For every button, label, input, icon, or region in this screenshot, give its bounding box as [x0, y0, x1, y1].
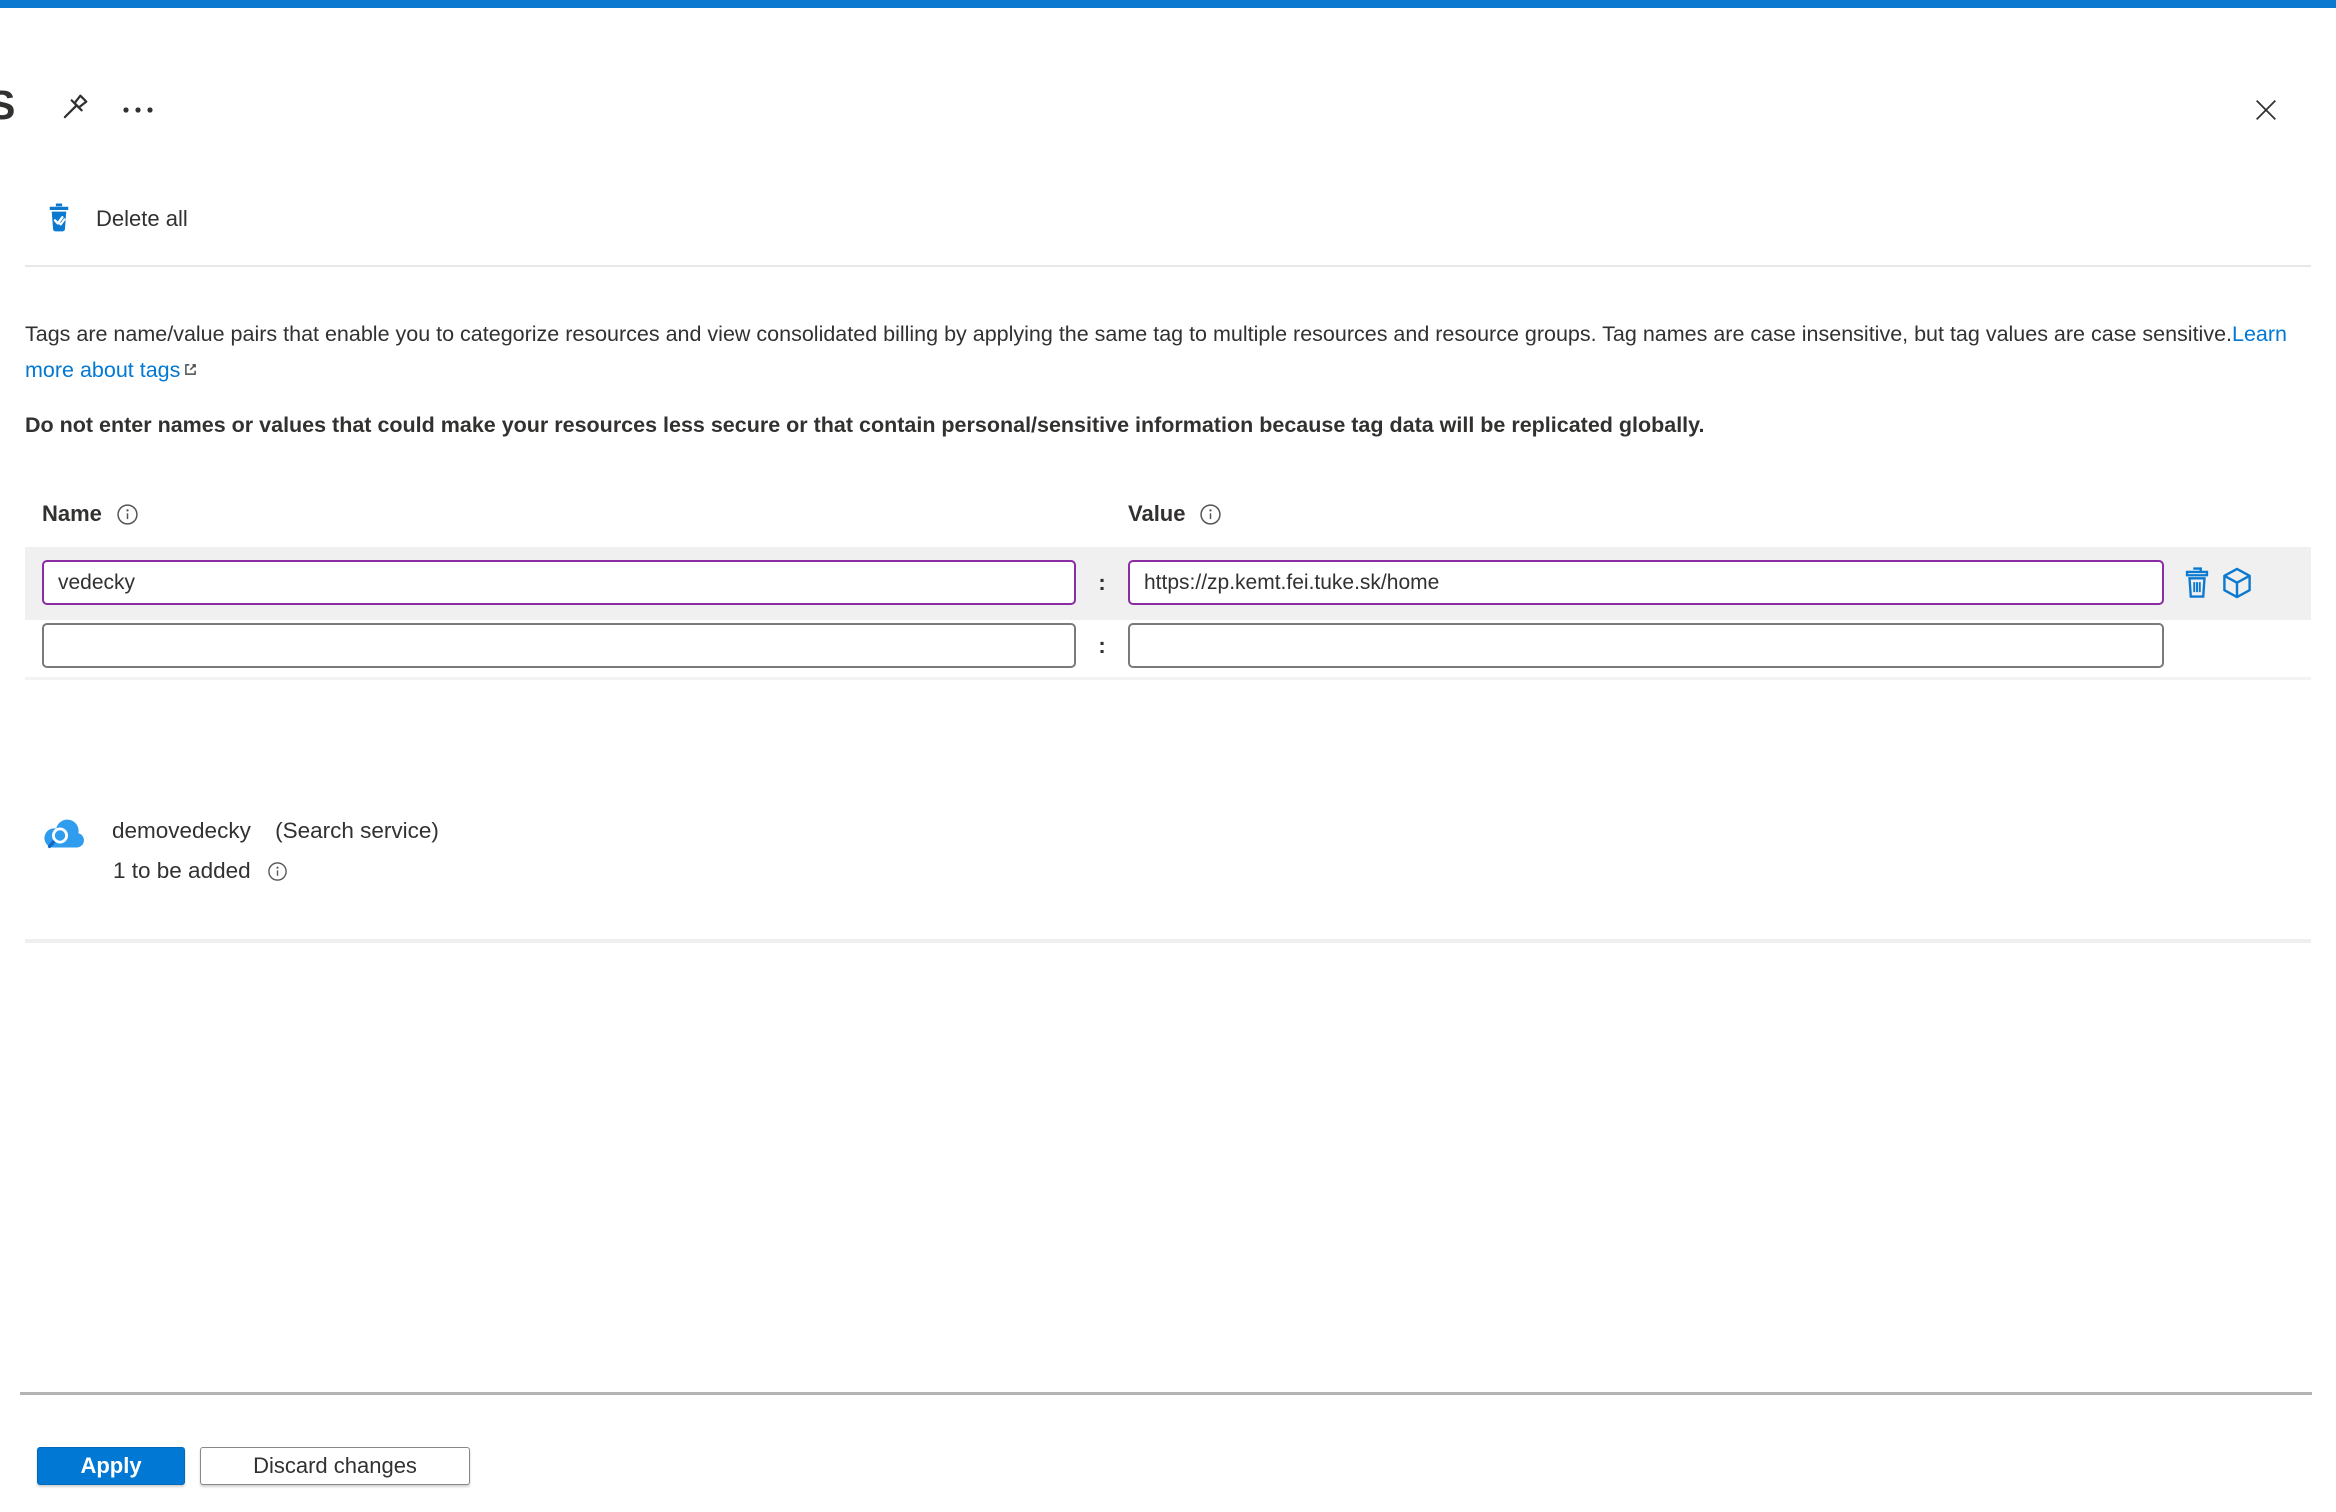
- blade-title-partial: S: [0, 82, 16, 128]
- tags-toolbar: Delete all: [44, 202, 188, 244]
- delete-tag-row-button[interactable]: [2178, 564, 2216, 602]
- name-header-label: Name: [42, 501, 102, 526]
- resource-status: 1 to be added: [113, 858, 251, 883]
- info-icon[interactable]: [1199, 503, 1222, 526]
- delete-all-button[interactable]: Delete all: [44, 202, 188, 236]
- tags-description-paragraph: Tags are name/value pairs that enable yo…: [25, 316, 2309, 389]
- more-options-button[interactable]: [116, 90, 160, 130]
- tag-name-input-row2[interactable]: [42, 623, 1076, 668]
- ellipsis-icon: [123, 107, 153, 113]
- delete-all-label: Delete all: [96, 206, 188, 231]
- delete-all-icon: [49, 203, 69, 232]
- close-blade-button[interactable]: [2246, 90, 2286, 130]
- discard-changes-button[interactable]: Discard changes: [200, 1447, 470, 1485]
- pin-blade-button[interactable]: [54, 88, 94, 128]
- cube-icon: [2223, 567, 2251, 599]
- tag-separator-row2: :: [1098, 633, 1106, 658]
- name-column-header: Name: [42, 501, 139, 527]
- tag-resource-button[interactable]: [2218, 564, 2256, 602]
- tags-blade: S Delete all Tags are name/value pairs t…: [0, 0, 2336, 1512]
- resource-title-line: demovedecky (Search service): [112, 818, 812, 844]
- toolbar-divider: [25, 265, 2311, 267]
- resource-divider: [25, 939, 2311, 943]
- resource-status-line: 1 to be added: [113, 858, 813, 884]
- pin-icon: [63, 94, 88, 119]
- resource-type: (Search service): [275, 818, 439, 843]
- search-service-icon-wrap: [40, 816, 88, 861]
- tags-warning: Do not enter names or values that could …: [25, 413, 1705, 437]
- value-header-label: Value: [1128, 501, 1186, 526]
- rows-divider: [25, 677, 2311, 680]
- info-icon[interactable]: [116, 503, 139, 526]
- tag-name-input-row1[interactable]: [42, 560, 1076, 605]
- portal-accent-bar: [0, 0, 2336, 8]
- tags-description: Tags are name/value pairs that enable yo…: [25, 322, 2232, 346]
- value-column-header: Value: [1128, 501, 1222, 527]
- tag-value-input-row1[interactable]: [1128, 560, 2164, 605]
- apply-button[interactable]: Apply: [37, 1447, 185, 1485]
- tag-value-input-row2[interactable]: [1128, 623, 2164, 668]
- close-icon: [2256, 100, 2276, 120]
- tag-separator-row1: :: [1098, 570, 1106, 595]
- resource-name: demovedecky: [112, 818, 251, 843]
- external-link-icon: [185, 364, 197, 375]
- trash-icon: [2185, 567, 2209, 598]
- cloud-search-icon: [44, 819, 84, 849]
- footer-divider: [20, 1392, 2312, 1395]
- info-icon[interactable]: [267, 861, 288, 882]
